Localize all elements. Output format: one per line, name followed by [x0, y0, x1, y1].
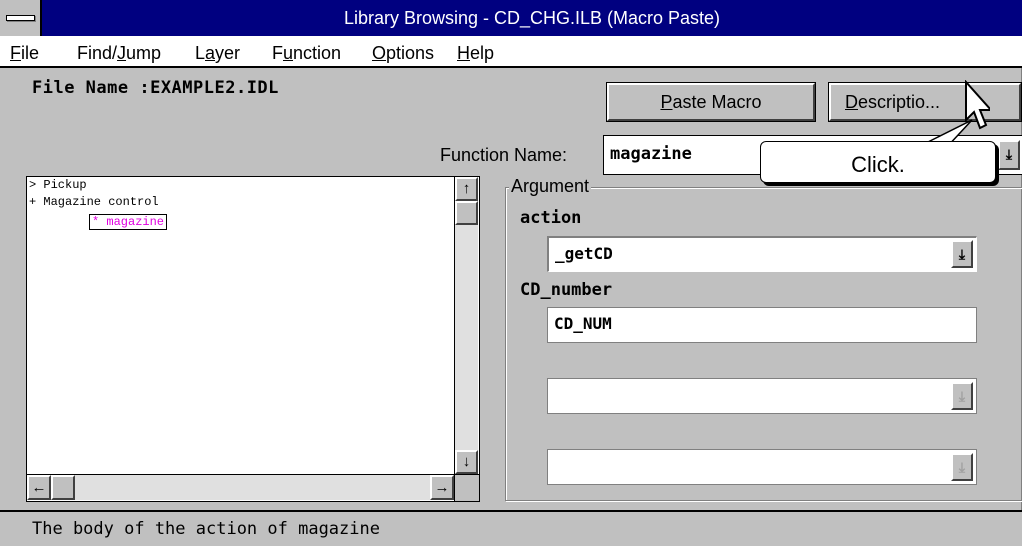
argument-field-3[interactable]: [547, 378, 977, 414]
menu-function-rest: nction: [293, 43, 342, 63]
menu-layer-accel: a: [205, 43, 216, 63]
menu-function-accel: u: [283, 43, 294, 63]
menu-help-accel: H: [457, 43, 470, 63]
mouse-pointer-icon: [965, 80, 990, 130]
paste-macro-accel: P: [660, 92, 673, 112]
status-bar: The body of the action of magazine: [0, 510, 1022, 546]
cd-number-label: CD_number: [520, 280, 613, 300]
action-field[interactable]: _getCD: [547, 236, 977, 272]
menu-find-rest: ump: [126, 43, 162, 63]
menu-help-rest: elp: [470, 43, 495, 63]
function-tree[interactable]: > Pickup + Magazine control * magazine: [26, 176, 480, 502]
menu-find-accel: J: [117, 43, 127, 63]
menu-layer-rest: yer: [215, 43, 241, 63]
menu-file[interactable]: File: [10, 41, 39, 65]
menu-file-rest: ile: [21, 43, 40, 63]
menu-function-pre: F: [272, 43, 283, 63]
menu-options[interactable]: Options: [372, 41, 434, 65]
tree-vertical-scrollbar[interactable]: ↑ ↓: [454, 177, 478, 474]
menu-function[interactable]: Function: [272, 41, 341, 65]
tree-item-pickup[interactable]: > Pickup: [29, 178, 87, 192]
window-title: Library Browsing - CD_CHG.ILB (Macro Pas…: [343, 8, 721, 28]
argument-3-dropdown-icon[interactable]: ⤓: [951, 382, 973, 410]
menu-options-accel: O: [372, 43, 387, 63]
action-dropdown-icon[interactable]: ⤓: [951, 240, 973, 268]
scroll-up-icon[interactable]: ↑: [455, 177, 478, 201]
library-browsing-window: Library Browsing - CD_CHG.ILB (Macro Pas…: [0, 0, 1022, 546]
action-label: action: [520, 208, 582, 228]
tree-horizontal-scrollbar[interactable]: ← →: [27, 474, 454, 500]
title-bar[interactable]: Library Browsing - CD_CHG.ILB (Macro Pas…: [0, 0, 1022, 36]
scrollbar-corner: [454, 474, 479, 501]
scroll-thumb-horizontal[interactable]: [51, 475, 75, 500]
menu-help[interactable]: Help: [457, 41, 494, 65]
function-name-dropdown-icon[interactable]: ⤓: [998, 140, 1020, 170]
cd-number-field[interactable]: CD_NUM: [547, 307, 977, 343]
description-rest: escriptio...: [858, 92, 941, 112]
menu-find-pre: Find/: [77, 43, 118, 63]
menu-layer-pre: L: [195, 43, 206, 63]
scroll-left-icon[interactable]: ←: [27, 475, 51, 500]
paste-macro-button[interactable]: Paste Macro: [606, 82, 816, 122]
scroll-right-icon[interactable]: →: [430, 475, 454, 500]
menu-layer[interactable]: Layer: [195, 41, 240, 65]
menu-bar: File Find/Jump Layer Function Options He…: [0, 36, 1022, 68]
click-callout: Click.: [760, 141, 996, 183]
tree-item-magazine-control[interactable]: + Magazine control: [29, 195, 159, 209]
paste-macro-rest: aste Macro: [672, 92, 762, 112]
argument-field-4[interactable]: [547, 449, 977, 485]
function-name-label: Function Name:: [440, 145, 568, 165]
argument-legend: Argument: [509, 176, 592, 197]
scroll-down-icon[interactable]: ↓: [455, 450, 478, 474]
system-menu-button[interactable]: [0, 0, 42, 36]
menu-options-rest: ptions: [386, 43, 435, 63]
scroll-thumb-vertical[interactable]: [455, 201, 478, 225]
description-accel: D: [845, 92, 858, 112]
menu-file-accel: F: [10, 43, 21, 63]
system-menu-icon: [6, 15, 35, 21]
menu-find-jump[interactable]: Find/Jump: [77, 41, 161, 65]
tree-item-magazine[interactable]: * magazine: [89, 214, 168, 230]
argument-4-dropdown-icon[interactable]: ⤓: [951, 453, 973, 481]
file-name-label: File Name :EXAMPLE2.IDL: [32, 78, 279, 98]
